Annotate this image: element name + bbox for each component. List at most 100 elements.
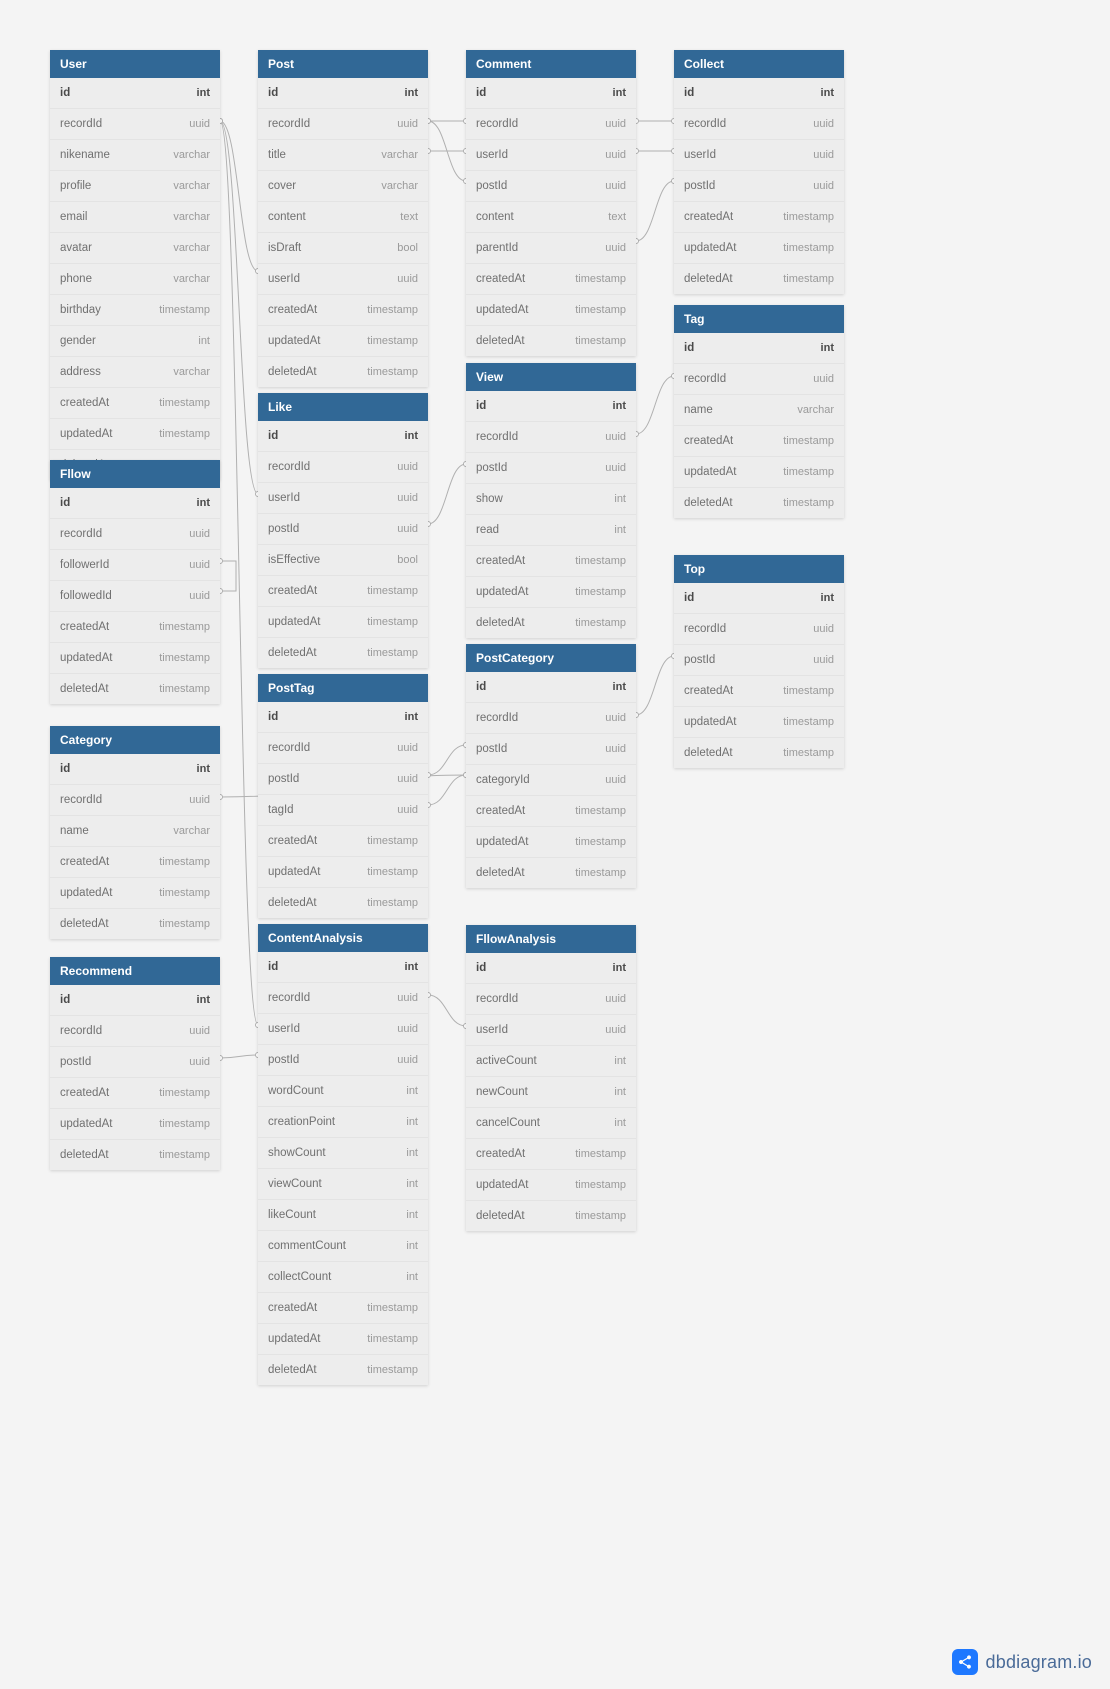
table-field-row[interactable]: idint xyxy=(258,952,428,983)
table-field-row[interactable]: createdAttimestamp xyxy=(258,1293,428,1324)
table-field-row[interactable]: contenttext xyxy=(466,202,636,233)
table-field-row[interactable]: emailvarchar xyxy=(50,202,220,233)
table-field-row[interactable]: collectCountint xyxy=(258,1262,428,1293)
table-field-row[interactable]: idint xyxy=(258,421,428,452)
table-field-row[interactable]: postIduuid xyxy=(50,1047,220,1078)
table-field-row[interactable]: idint xyxy=(50,488,220,519)
table-header[interactable]: Category xyxy=(50,726,220,754)
table-field-row[interactable]: recordIduuid xyxy=(674,364,844,395)
table-field-row[interactable]: userIduuid xyxy=(258,1014,428,1045)
table-view[interactable]: ViewidintrecordIduuidpostIduuidshowintre… xyxy=(466,363,636,638)
table-field-row[interactable]: deletedAttimestamp xyxy=(50,909,220,939)
table-field-row[interactable]: deletedAttimestamp xyxy=(50,1140,220,1170)
table-field-row[interactable]: userIduuid xyxy=(258,264,428,295)
table-header[interactable]: Post xyxy=(258,50,428,78)
table-field-row[interactable]: recordIduuid xyxy=(258,983,428,1014)
table-recommend[interactable]: RecommendidintrecordIduuidpostIduuidcrea… xyxy=(50,957,220,1170)
table-field-row[interactable]: deletedAttimestamp xyxy=(258,638,428,668)
table-header[interactable]: User xyxy=(50,50,220,78)
table-fllowanalysis[interactable]: FllowAnalysisidintrecordIduuiduserIduuid… xyxy=(466,925,636,1231)
table-field-row[interactable]: covervarchar xyxy=(258,171,428,202)
table-field-row[interactable]: readint xyxy=(466,515,636,546)
table-fllow[interactable]: FllowidintrecordIduuidfollowerIduuidfoll… xyxy=(50,460,220,704)
table-field-row[interactable]: updatedAttimestamp xyxy=(50,643,220,674)
table-field-row[interactable]: postIduuid xyxy=(466,453,636,484)
table-field-row[interactable]: updatedAttimestamp xyxy=(50,419,220,450)
table-post[interactable]: PostidintrecordIduuidtitlevarcharcoverva… xyxy=(258,50,428,387)
table-field-row[interactable]: namevarchar xyxy=(674,395,844,426)
table-tag[interactable]: TagidintrecordIduuidnamevarcharcreatedAt… xyxy=(674,305,844,518)
table-field-row[interactable]: recordIduuid xyxy=(258,109,428,140)
table-field-row[interactable]: updatedAttimestamp xyxy=(674,457,844,488)
table-field-row[interactable]: recordIduuid xyxy=(50,785,220,816)
table-field-row[interactable]: postIduuid xyxy=(258,514,428,545)
table-field-row[interactable]: categoryIduuid xyxy=(466,765,636,796)
table-field-row[interactable]: postIduuid xyxy=(674,645,844,676)
table-field-row[interactable]: commentCountint xyxy=(258,1231,428,1262)
table-field-row[interactable]: phonevarchar xyxy=(50,264,220,295)
table-field-row[interactable]: createdAttimestamp xyxy=(258,576,428,607)
table-field-row[interactable]: wordCountint xyxy=(258,1076,428,1107)
table-field-row[interactable]: createdAttimestamp xyxy=(50,1078,220,1109)
table-field-row[interactable]: deletedAttimestamp xyxy=(674,488,844,518)
table-header[interactable]: Fllow xyxy=(50,460,220,488)
table-header[interactable]: PostCategory xyxy=(466,644,636,672)
table-field-row[interactable]: deletedAttimestamp xyxy=(50,674,220,704)
table-header[interactable]: FllowAnalysis xyxy=(466,925,636,953)
table-field-row[interactable]: idint xyxy=(466,953,636,984)
table-field-row[interactable]: parentIduuid xyxy=(466,233,636,264)
table-field-row[interactable]: postIduuid xyxy=(466,171,636,202)
table-header[interactable]: Like xyxy=(258,393,428,421)
table-field-row[interactable]: deletedAttimestamp xyxy=(466,858,636,888)
table-field-row[interactable]: viewCountint xyxy=(258,1169,428,1200)
table-field-row[interactable]: createdAttimestamp xyxy=(466,546,636,577)
table-field-row[interactable]: createdAttimestamp xyxy=(258,826,428,857)
table-field-row[interactable]: idint xyxy=(674,78,844,109)
table-like[interactable]: LikeidintrecordIduuiduserIduuidpostIduui… xyxy=(258,393,428,668)
table-field-row[interactable]: createdAttimestamp xyxy=(50,388,220,419)
table-field-row[interactable]: avatarvarchar xyxy=(50,233,220,264)
table-user[interactable]: UseridintrecordIduuidnikenamevarcharprof… xyxy=(50,50,220,480)
table-field-row[interactable]: updatedAttimestamp xyxy=(674,707,844,738)
table-field-row[interactable]: idint xyxy=(50,985,220,1016)
table-header[interactable]: Recommend xyxy=(50,957,220,985)
table-field-row[interactable]: recordIduuid xyxy=(674,614,844,645)
table-field-row[interactable]: followerIduuid xyxy=(50,550,220,581)
table-field-row[interactable]: recordIduuid xyxy=(258,733,428,764)
table-field-row[interactable]: updatedAttimestamp xyxy=(466,295,636,326)
table-field-row[interactable]: followedIduuid xyxy=(50,581,220,612)
table-field-row[interactable]: creationPointint xyxy=(258,1107,428,1138)
table-field-row[interactable]: genderint xyxy=(50,326,220,357)
table-comment[interactable]: CommentidintrecordIduuiduserIduuidpostId… xyxy=(466,50,636,356)
table-postcategory[interactable]: PostCategoryidintrecordIduuidpostIduuidc… xyxy=(466,644,636,888)
table-field-row[interactable]: recordIduuid xyxy=(466,422,636,453)
table-field-row[interactable]: updatedAttimestamp xyxy=(258,607,428,638)
table-field-row[interactable]: postIduuid xyxy=(258,764,428,795)
table-field-row[interactable]: activeCountint xyxy=(466,1046,636,1077)
table-field-row[interactable]: postIduuid xyxy=(674,171,844,202)
table-field-row[interactable]: updatedAttimestamp xyxy=(466,577,636,608)
table-header[interactable]: View xyxy=(466,363,636,391)
table-field-row[interactable]: idint xyxy=(50,78,220,109)
table-field-row[interactable]: idint xyxy=(674,583,844,614)
table-field-row[interactable]: deletedAttimestamp xyxy=(258,888,428,918)
table-field-row[interactable]: likeCountint xyxy=(258,1200,428,1231)
table-field-row[interactable]: newCountint xyxy=(466,1077,636,1108)
table-field-row[interactable]: deletedAttimestamp xyxy=(466,608,636,638)
table-field-row[interactable]: createdAttimestamp xyxy=(50,612,220,643)
table-header[interactable]: ContentAnalysis xyxy=(258,924,428,952)
table-field-row[interactable]: createdAttimestamp xyxy=(258,295,428,326)
table-field-row[interactable]: createdAttimestamp xyxy=(674,676,844,707)
table-field-row[interactable]: updatedAttimestamp xyxy=(50,1109,220,1140)
table-field-row[interactable]: birthdaytimestamp xyxy=(50,295,220,326)
table-field-row[interactable]: nikenamevarchar xyxy=(50,140,220,171)
table-field-row[interactable]: showint xyxy=(466,484,636,515)
table-field-row[interactable]: recordIduuid xyxy=(466,703,636,734)
table-field-row[interactable]: idint xyxy=(466,78,636,109)
table-field-row[interactable]: updatedAttimestamp xyxy=(258,1324,428,1355)
table-field-row[interactable]: idint xyxy=(258,78,428,109)
table-field-row[interactable]: recordIduuid xyxy=(50,519,220,550)
table-field-row[interactable]: updatedAttimestamp xyxy=(466,1170,636,1201)
table-field-row[interactable]: recordIduuid xyxy=(466,109,636,140)
table-header[interactable]: Collect xyxy=(674,50,844,78)
